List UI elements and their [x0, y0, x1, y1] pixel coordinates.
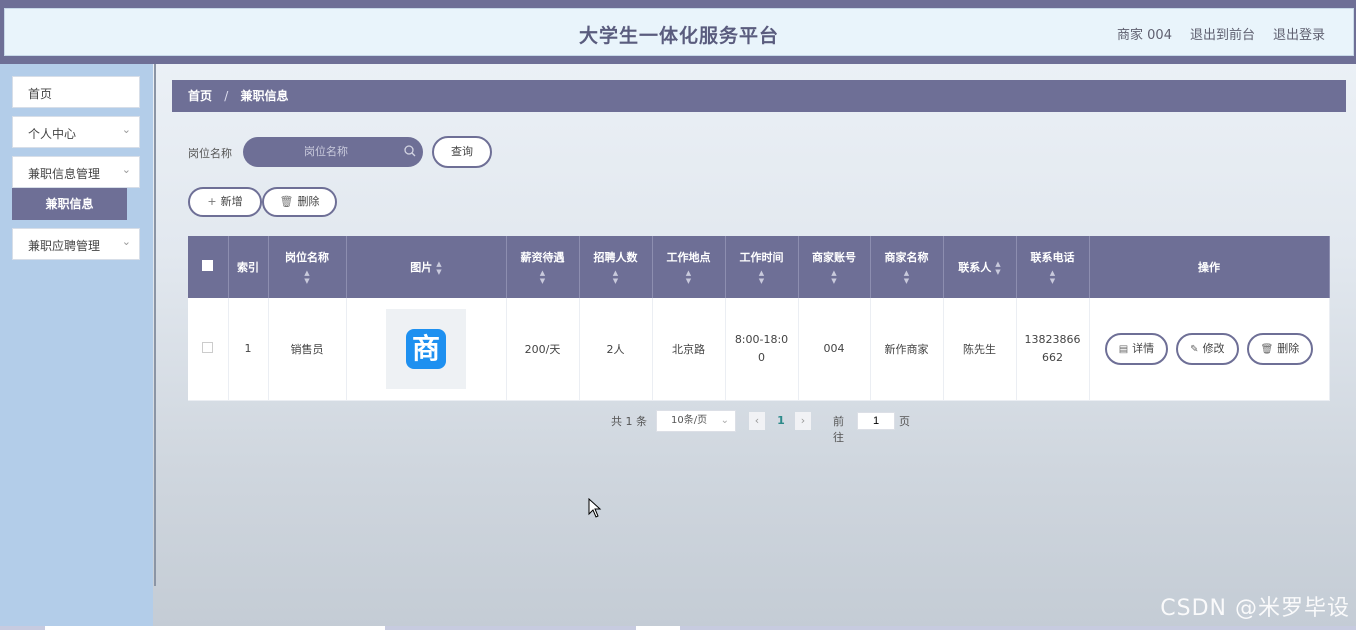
cell-merchant-account: 004 [798, 298, 871, 401]
cell-image: 商 [346, 298, 507, 401]
table-header-row: 索引 岗位名称 ▲ ▼ 图片 ▲ ▼ 薪资待遇 ▲ ▼ 招聘人数 ▲ ▼ 工作地点 ▲ ▼ 工作时间… [188, 236, 1330, 298]
column-header[interactable]: 薪资待遇 ▲ ▼ [506, 236, 580, 298]
sidebar-item-label: 兼职应聘管理 [28, 239, 101, 253]
sidebar-subitem-job-info[interactable]: 兼职信息 [12, 188, 127, 220]
goto-label: 前往 [833, 415, 844, 444]
sidebar-divider [154, 64, 156, 586]
sort-icon[interactable]: ▲ ▼ [580, 269, 652, 285]
cell-location: 北京路 [652, 298, 726, 401]
back-to-front-link[interactable]: 退出到前台 [1190, 24, 1255, 43]
chevron-down-icon: ⌄ [121, 163, 131, 176]
breadcrumb-home[interactable]: 首页 [188, 89, 212, 103]
table-row: 1 销售员 商 200/天 2人 北京路 8:00-18:00 004 新作商家… [188, 298, 1330, 401]
sort-icon[interactable]: ▲ ▼ [436, 260, 441, 276]
goto-unit-label: 页 [899, 415, 910, 428]
column-header[interactable]: 工作时间 ▲ ▼ [725, 236, 799, 298]
bottom-bar [0, 626, 1356, 630]
cell-merchant-name: 新作商家 [870, 298, 944, 401]
next-page-button[interactable]: › [795, 412, 811, 430]
sort-icon[interactable]: ▲ ▼ [871, 269, 943, 285]
delete-button[interactable]: 🗑 删除 [1246, 332, 1314, 365]
search-icon [404, 145, 416, 157]
cell-position: 销售员 [268, 298, 347, 401]
column-header[interactable]: 岗位名称 ▲ ▼ [268, 236, 347, 298]
chevron-down-icon: ⌄ [121, 123, 131, 136]
mouse-cursor-icon [588, 498, 602, 518]
batch-delete-button[interactable]: 🗑 删除 [262, 187, 337, 217]
trash-icon: 🗑 [279, 195, 294, 208]
header-select-all[interactable] [188, 236, 229, 298]
sort-icon[interactable]: ▲ ▼ [269, 269, 346, 285]
sidebar-item-job-info-management[interactable]: 兼职信息管理 ⌄ [12, 156, 140, 188]
detail-button[interactable]: ▤ 详情 [1104, 332, 1169, 365]
chevron-down-icon: ⌄ [121, 235, 131, 248]
breadcrumb-separator: / [224, 89, 229, 103]
sidebar-item-personal-center[interactable]: 个人中心 ⌄ [12, 116, 140, 148]
search-input[interactable] [243, 137, 423, 167]
prev-page-button[interactable]: ‹ [749, 412, 765, 430]
column-header: 操作 [1089, 236, 1330, 298]
sidebar-item-label: 个人中心 [28, 127, 77, 141]
page-size-value: 10条/页 [671, 415, 708, 426]
sidebar-item-application-management[interactable]: 兼职应聘管理 ⌄ [12, 228, 140, 260]
cell-phone: 13823866662 [1016, 298, 1090, 401]
sort-icon[interactable]: ▲ ▼ [507, 269, 579, 285]
bottom-bar-segment [636, 626, 680, 630]
column-header[interactable]: 工作地点 ▲ ▼ [652, 236, 726, 298]
cell-index: 1 [228, 298, 269, 401]
bottom-bar-segment [45, 626, 385, 630]
job-table: 索引 岗位名称 ▲ ▼ 图片 ▲ ▼ 薪资待遇 ▲ ▼ 招聘人数 ▲ ▼ 工作地点 ▲ ▼ 工作时间… [188, 236, 1330, 401]
breadcrumb: 首页 / 兼职信息 [172, 80, 1346, 112]
column-header[interactable]: 图片 ▲ ▼ [346, 236, 507, 298]
column-header[interactable]: 商家账号 ▲ ▼ [798, 236, 871, 298]
chevron-down-icon: ⌄ [720, 415, 729, 426]
edit-button[interactable]: ✎ 修改 [1176, 332, 1239, 365]
goto-page-input[interactable] [857, 412, 895, 430]
document-icon: ▤ [1118, 343, 1129, 355]
add-button[interactable]: + 新增 [188, 187, 262, 217]
sidebar-item-home[interactable]: 首页 [12, 76, 140, 108]
column-header[interactable]: 联系电话 ▲ ▼ [1016, 236, 1090, 298]
cell-contact: 陈先生 [943, 298, 1017, 401]
column-header[interactable]: 商家名称 ▲ ▼ [870, 236, 944, 298]
search-button-label: 查询 [451, 145, 473, 158]
search-button[interactable]: 查询 [432, 136, 492, 168]
breadcrumb-current: 兼职信息 [240, 89, 289, 103]
watermark: CSDN @米罗毕设 [1160, 596, 1350, 621]
page-number-current[interactable]: 1 [771, 412, 791, 430]
cell-ops: ▤ 详情 ✎ 修改 🗑 删除 [1089, 298, 1330, 401]
logout-link[interactable]: 退出登录 [1273, 24, 1325, 43]
plus-icon: + [207, 195, 217, 208]
trash-icon: 🗑 [1260, 343, 1274, 355]
sort-icon[interactable]: ▲ ▼ [995, 260, 1000, 276]
job-image[interactable]: 商 [386, 308, 466, 389]
column-header: 索引 [228, 236, 269, 298]
pencil-icon: ✎ [1190, 343, 1199, 355]
row-actions: ▤ 详情 ✎ 修改 🗑 删除 [1090, 332, 1329, 365]
cell-salary: 200/天 [506, 298, 580, 401]
sort-icon[interactable]: ▲ ▼ [799, 269, 870, 285]
search-label: 岗位名称 [188, 147, 232, 160]
sidebar-item-label: 兼职信息管理 [28, 167, 101, 181]
sidebar: 首页 个人中心 ⌄ 兼职信息管理 ⌄ 兼职信息 兼职应聘管理 ⌄ [0, 64, 156, 630]
sort-icon[interactable]: ▲ ▼ [653, 269, 725, 285]
current-user: 商家 004 [1117, 28, 1172, 43]
select-all-checkbox[interactable] [202, 260, 214, 271]
column-header[interactable]: 联系人 ▲ ▼ [943, 236, 1017, 298]
page-size-select[interactable]: 10条/页 ⌄ [656, 410, 736, 432]
row-checkbox[interactable] [202, 341, 214, 353]
merchant-logo: 商 [406, 328, 446, 369]
cell-headcount: 2人 [579, 298, 653, 401]
row-select-cell[interactable] [188, 298, 229, 401]
column-header[interactable]: 招聘人数 ▲ ▼ [579, 236, 653, 298]
sort-icon[interactable]: ▲ ▼ [1017, 269, 1089, 285]
pagination-total: 共 1 条 [611, 415, 647, 428]
header: 大学生一体化服务平台 商家 004 退出到前台 退出登录 [4, 8, 1354, 56]
batch-delete-label: 删除 [297, 195, 320, 208]
cell-time: 8:00-18:00 [725, 298, 799, 401]
sidebar-item-label: 首页 [28, 87, 53, 101]
header-links: 商家 004 退出到前台 退出登录 [1117, 24, 1325, 43]
sort-icon[interactable]: ▲ ▼ [726, 269, 798, 285]
add-button-label: 新增 [220, 195, 243, 208]
